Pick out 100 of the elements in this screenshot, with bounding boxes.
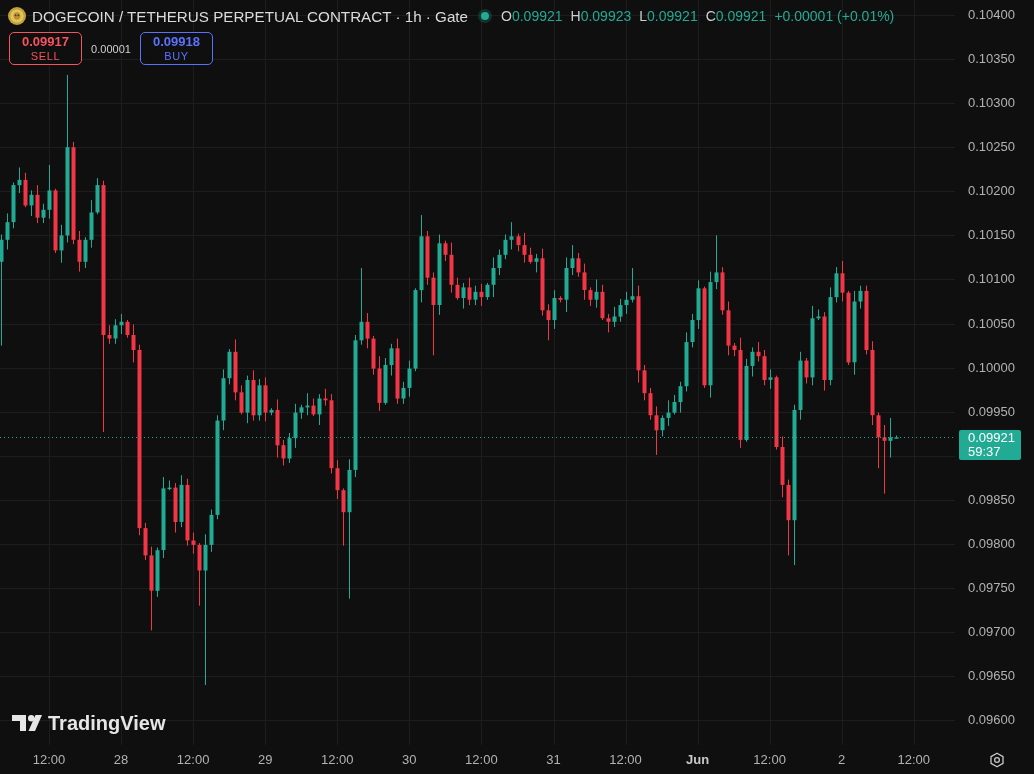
time-axis-label: 12:00	[464, 752, 499, 767]
candlestick	[107, 324, 112, 345]
time-axis-label: 12:00	[896, 752, 931, 767]
price-axis-label: 0.10150	[968, 227, 1015, 244]
candlestick	[612, 306, 617, 328]
spread-value: 0.00001	[90, 42, 132, 55]
time-axis-label: 28	[112, 752, 130, 767]
ohlc-label: O	[501, 8, 512, 24]
candlestick	[335, 459, 340, 500]
price-axis-label: 0.10000	[968, 359, 1015, 376]
candlestick	[840, 260, 845, 302]
candlestick	[131, 323, 136, 363]
candlestick	[876, 412, 881, 469]
price-axis-label: 0.10300	[968, 95, 1015, 112]
candlestick	[503, 234, 508, 260]
time-axis-label: 12:00	[608, 752, 643, 767]
price-axis-label: 0.10350	[968, 51, 1015, 68]
candlestick	[888, 417, 893, 459]
settings-icon[interactable]	[989, 751, 1005, 768]
candlestick	[648, 387, 653, 421]
candlestick	[491, 256, 496, 298]
candlestick	[552, 289, 557, 330]
candlestick	[546, 303, 551, 341]
candlestick	[287, 432, 292, 464]
candlestick	[750, 346, 755, 377]
time-axis-label: 12:00	[319, 752, 355, 767]
price-axis-label: 0.09650	[968, 668, 1015, 685]
candlestick	[762, 349, 767, 386]
candlestick	[534, 253, 539, 273]
ohlc-label: H	[570, 8, 581, 24]
price-axis-label: 0.09750	[968, 580, 1015, 596]
ohlc-value: 0.09921	[647, 8, 698, 24]
candlestick	[401, 381, 406, 405]
coin-icon	[8, 7, 26, 25]
candlestick	[678, 381, 683, 414]
candlestick	[690, 313, 695, 348]
candlestick	[834, 266, 839, 303]
candlestick	[473, 285, 478, 306]
candlestick	[509, 221, 514, 250]
candlestick	[341, 487, 346, 547]
candlestick	[59, 224, 64, 264]
candlestick	[582, 263, 587, 301]
status-dot-icon	[478, 9, 493, 23]
candlestick	[497, 249, 502, 276]
candlestick	[389, 343, 394, 377]
last-price-value: 0.09921	[968, 431, 1016, 446]
ohlc-value: 0.09921	[715, 8, 767, 24]
candlestick	[576, 252, 581, 278]
time-axis-label: 31	[545, 752, 562, 767]
price-axis-label: 0.09950	[968, 403, 1015, 420]
candlestick	[660, 414, 665, 437]
time-axis-label: Jun	[685, 752, 711, 767]
candlestick	[461, 282, 466, 310]
ohlc-label: C	[705, 8, 716, 24]
logo-icon	[12, 715, 42, 731]
candlestick	[407, 360, 412, 398]
ohlc-value: 0.09923	[580, 8, 632, 24]
sell-button[interactable]: 0.09917 SELL	[9, 32, 82, 65]
price-axis-label: 0.09700	[968, 624, 1015, 641]
candlestick	[570, 244, 575, 276]
candlestick	[479, 283, 484, 307]
time-axis-label: 29	[256, 752, 274, 767]
candlestick	[588, 286, 593, 307]
candlestick	[5, 212, 10, 250]
candlestick	[77, 230, 82, 273]
candlestick	[365, 312, 370, 349]
candlestick	[239, 384, 244, 415]
symbol-title: DOGECOIN / TETHERUS PERPETUAL CONTRACT · 1h · Gate	[32, 7, 469, 25]
candlestick	[618, 298, 623, 323]
candlestick	[624, 291, 629, 315]
time-axis-label: 12:00	[31, 752, 67, 767]
candlestick	[714, 234, 719, 290]
time-axis-label: 12:00	[175, 752, 211, 767]
candlestick	[630, 267, 635, 303]
price-axis-label: 0.10100	[968, 271, 1015, 288]
candlestick	[642, 364, 647, 401]
price-axis-label: 0.09600	[968, 712, 1015, 729]
candlestick	[455, 277, 460, 301]
time-axis-label: 2	[837, 752, 847, 767]
time-axis-label: 30	[401, 752, 418, 767]
buy-button[interactable]: 0.09918 BUY	[140, 32, 213, 65]
price-change: +0.00001 (+0.01%)	[774, 8, 895, 24]
candlestick	[654, 405, 659, 456]
candlestick	[467, 277, 472, 306]
candlestick	[359, 267, 364, 346]
candlestick	[113, 318, 118, 345]
candlestick	[47, 164, 52, 220]
candlestick	[443, 240, 448, 262]
candlestick	[0, 234, 4, 347]
candlestick	[281, 439, 286, 466]
price-axis-label: 0.09850	[968, 491, 1015, 508]
candlestick	[83, 236, 88, 269]
logo-wordmark: TradingView	[48, 711, 166, 735]
candlestick	[35, 184, 40, 224]
bar-countdown: 59:37	[968, 445, 1002, 460]
candlestick	[17, 167, 22, 194]
candlestick	[882, 424, 887, 495]
price-axis-label: 0.10250	[968, 139, 1015, 156]
candlestick	[41, 203, 46, 224]
candlestick	[858, 285, 863, 310]
